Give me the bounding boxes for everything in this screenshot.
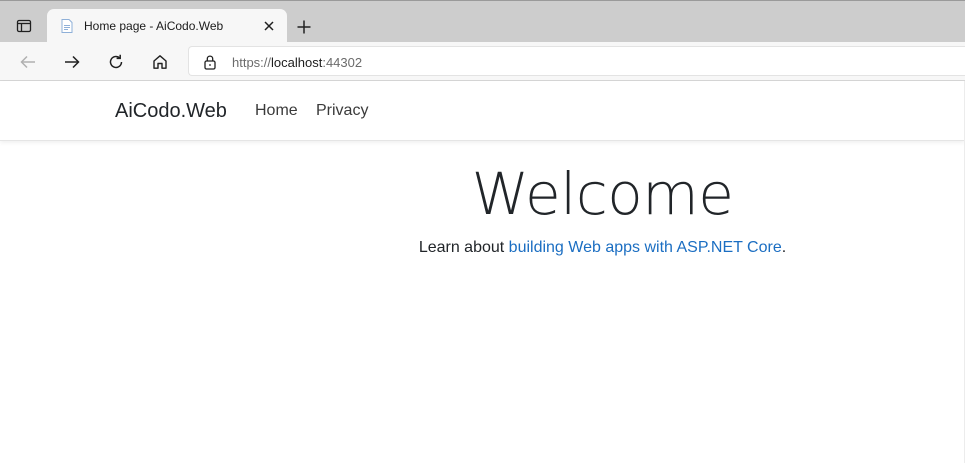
- learn-prefix: Learn about: [418, 239, 509, 256]
- brand-link[interactable]: AiCodo.Web: [115, 100, 227, 123]
- back-button[interactable]: [15, 49, 41, 75]
- document-icon: [59, 18, 75, 34]
- refresh-button[interactable]: [103, 49, 129, 75]
- close-icon: [264, 21, 274, 31]
- nav-privacy-link[interactable]: Privacy: [316, 102, 368, 120]
- address-bar[interactable]: https://localhost:44302: [188, 46, 965, 76]
- forward-button[interactable]: [59, 49, 85, 75]
- tab-actions-button[interactable]: [10, 12, 38, 40]
- nav-home-link[interactable]: Home: [255, 102, 298, 120]
- browser-tab-active[interactable]: Home page - AiCodo.Web: [47, 9, 287, 43]
- tab-close-button[interactable]: [261, 18, 277, 34]
- home-icon: [153, 55, 167, 69]
- back-arrow-icon: [20, 55, 35, 69]
- url-scheme: https://: [232, 55, 272, 70]
- aspnet-docs-link[interactable]: building Web apps with ASP.NET Core: [509, 239, 782, 256]
- url-host: localhost: [271, 55, 323, 70]
- page-title: Welcome: [471, 160, 734, 228]
- url-text[interactable]: https://localhost:44302: [232, 55, 362, 70]
- home-button[interactable]: [147, 49, 173, 75]
- site-navbar: AiCodo.Web Home Privacy: [0, 81, 965, 141]
- tab-title: Home page - AiCodo.Web: [84, 19, 224, 33]
- url-port: :44302: [322, 55, 363, 70]
- browser-toolbar: https://localhost:44302: [0, 42, 965, 81]
- new-tab-button[interactable]: [293, 16, 315, 38]
- plus-icon: [297, 20, 311, 34]
- browser-tab-bar: Home page - AiCodo.Web: [0, 0, 965, 43]
- learn-paragraph: Learn about building Web apps with ASP.N…: [0, 239, 965, 257]
- tab-actions-icon: [16, 19, 32, 33]
- forward-arrow-icon: [65, 55, 80, 69]
- learn-suffix: .: [781, 239, 787, 256]
- lock-icon[interactable]: [203, 54, 217, 70]
- refresh-icon: [109, 54, 123, 69]
